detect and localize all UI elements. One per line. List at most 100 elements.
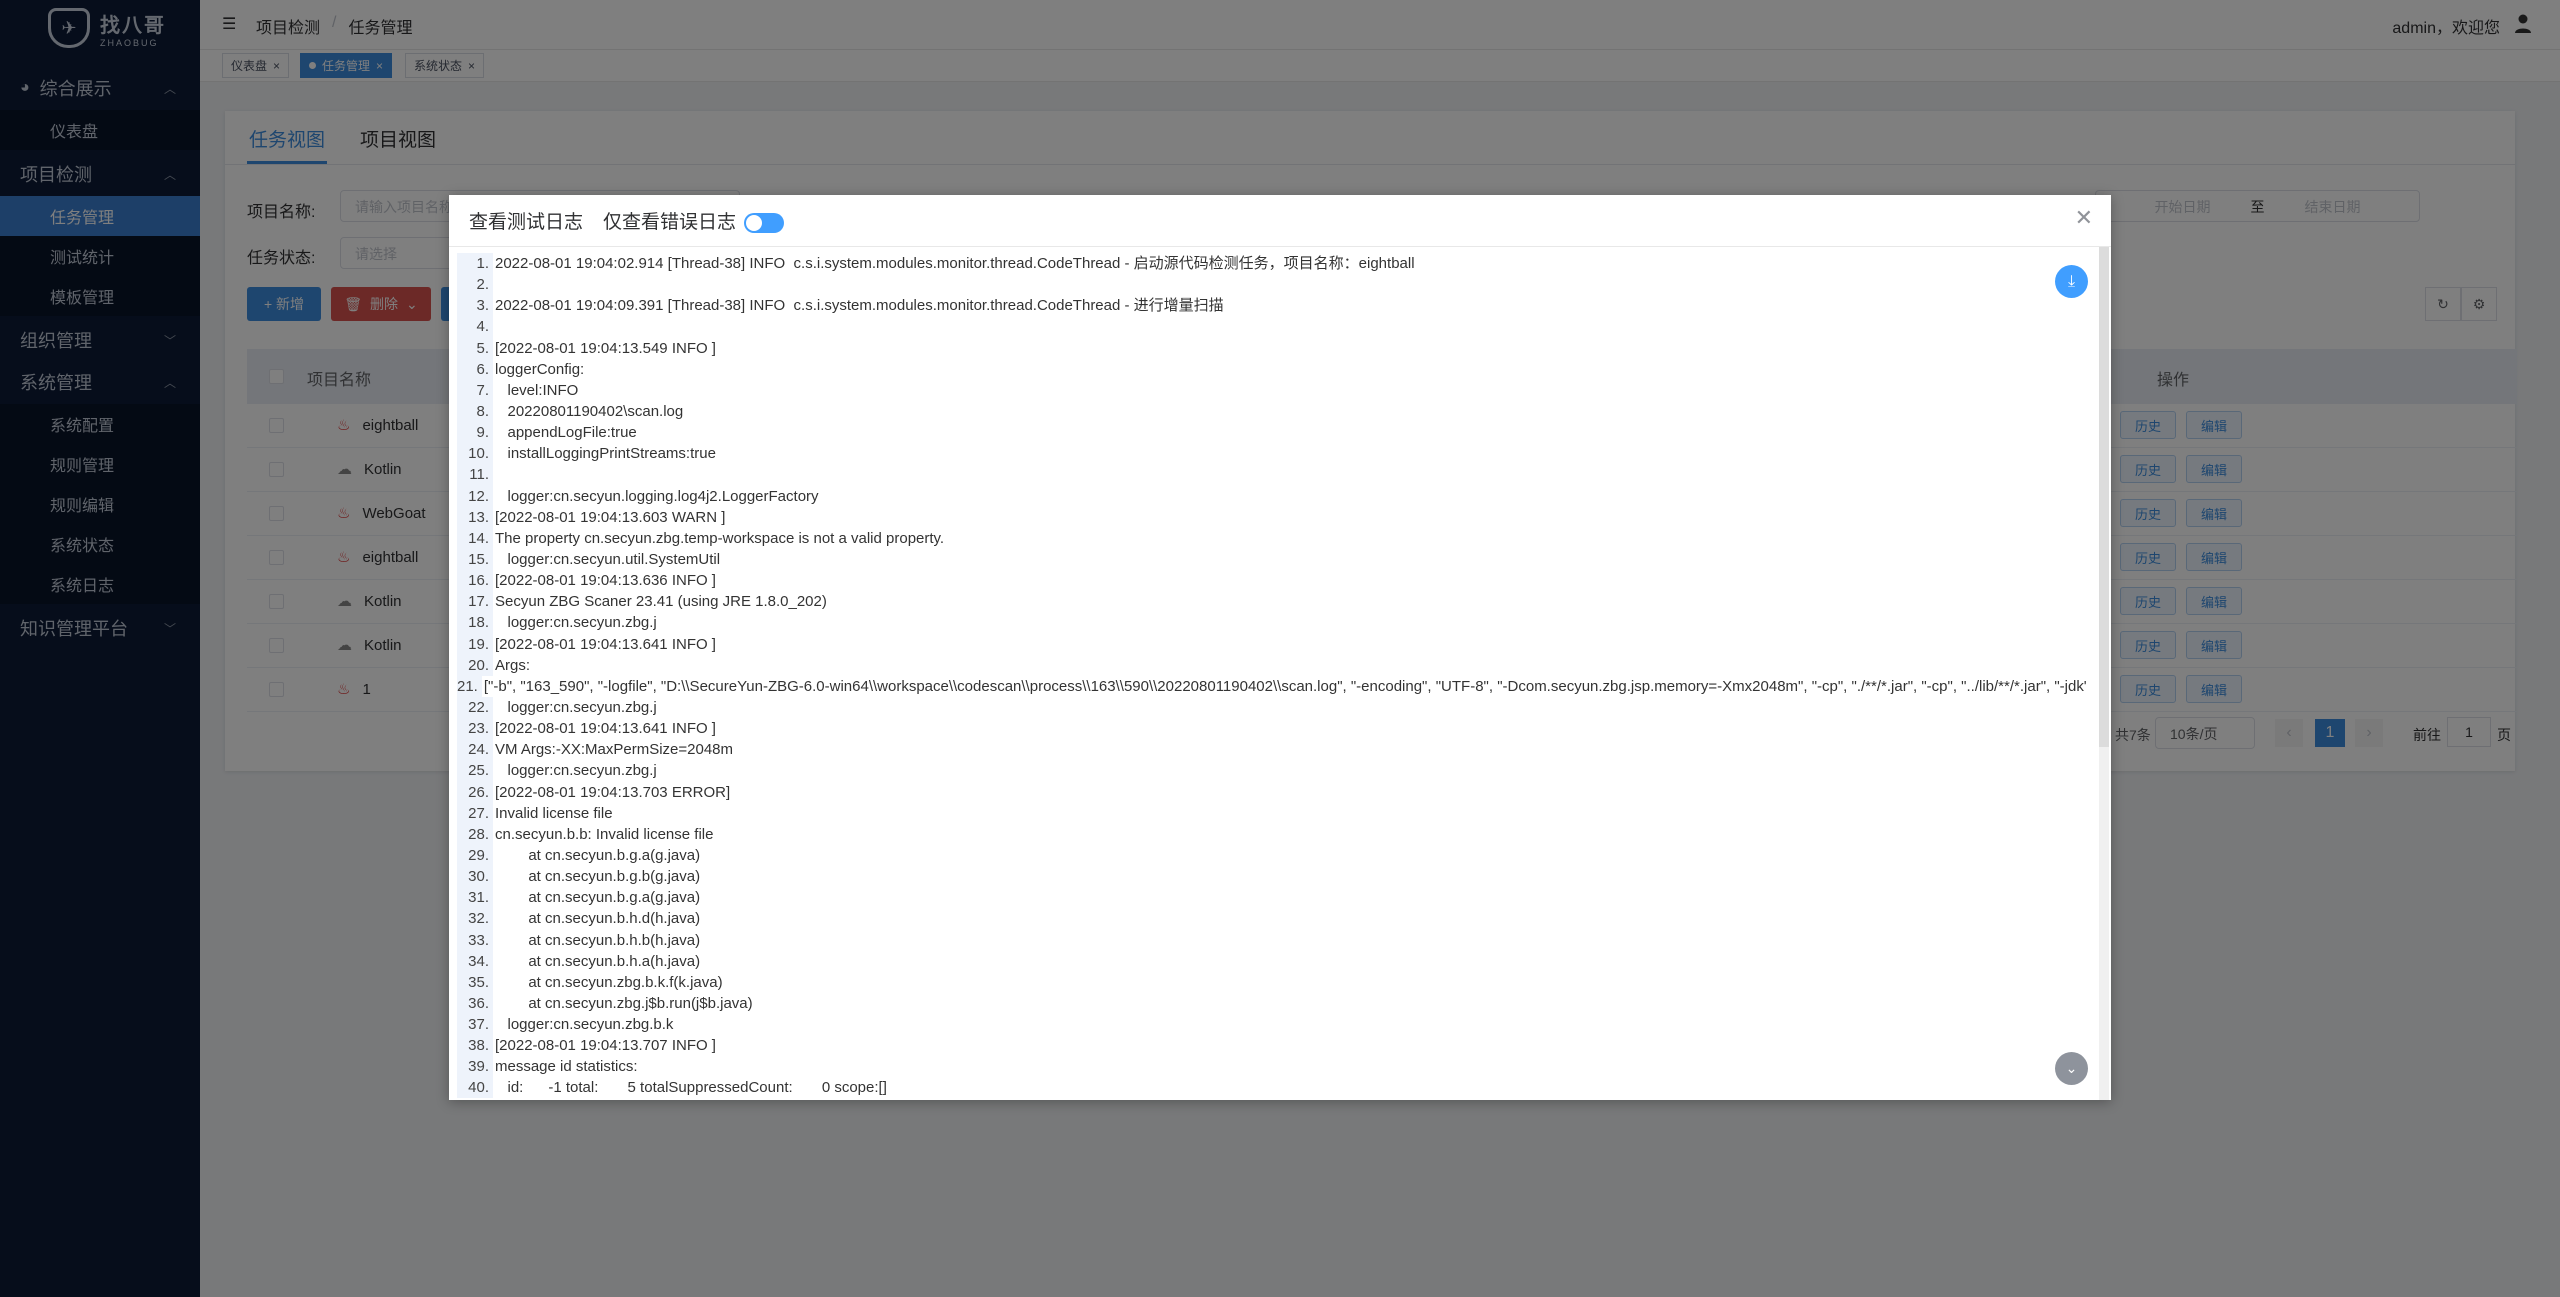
- log-text: loggerConfig:: [495, 360, 585, 378]
- line-number: 23.: [457, 718, 493, 740]
- line-number: 13.: [457, 506, 493, 528]
- line-number: 7.: [457, 379, 493, 401]
- line-number: 11.: [457, 464, 493, 486]
- log-text: Invalid license file: [495, 804, 613, 822]
- log-line: 17. Secyun ZBG Scaner 23.41 (using JRE 1.…: [457, 591, 2087, 613]
- log-text: 20220801190402\scan.log: [495, 402, 684, 420]
- log-line: 28. cn.secyun.b.b: Invalid license file: [457, 823, 2087, 845]
- log-line: 11.: [457, 464, 2087, 486]
- log-text: Args:: [495, 656, 531, 674]
- log-line: 4.: [457, 316, 2087, 338]
- line-number: 27.: [457, 802, 493, 824]
- line-number: 26.: [457, 781, 493, 803]
- log-line: 22. logger:cn.secyun.zbg.j: [457, 696, 2087, 719]
- log-text: logger:cn.secyun.zbg.j: [495, 762, 657, 780]
- log-text: ["-b", "163_590", "-logfile", "D:\\Secur…: [483, 677, 2087, 695]
- line-number: 5.: [457, 337, 493, 359]
- log-text: id: -1 total: 5 totalSuppressedCount: 0 …: [495, 1079, 887, 1097]
- log-line: 8. 20220801190402\scan.log: [457, 400, 2087, 423]
- log-line: 16. [2022-08-01 19:04:13.636 INFO ]: [457, 570, 2087, 592]
- close-icon[interactable]: ✕: [2075, 205, 2093, 231]
- log-line: 23. [2022-08-01 19:04:13.641 INFO ]: [457, 718, 2087, 740]
- line-number: 20.: [457, 654, 493, 676]
- line-number: 10.: [457, 443, 493, 465]
- log-text: 2022-08-01 19:04:02.914 [Thread-38] INFO…: [495, 255, 1415, 272]
- log-text: [2022-08-01 19:04:13.703 ERROR]: [495, 783, 731, 801]
- log-line: 21. ["-b", "163_590", "-logfile", "D:\\Se…: [457, 675, 2087, 697]
- dialog-header: 查看测试日志 仅查看错误日志: [449, 195, 2111, 247]
- log-text: cn.secyun.b.b: Invalid license file: [495, 825, 714, 843]
- error-only-toggle[interactable]: [744, 212, 785, 233]
- log-line: 34. at cn.secyun.b.h.a(h.java): [457, 950, 2087, 972]
- log-text: VM Args:-XX:MaxPermSize=2048m: [495, 741, 734, 759]
- log-text: [2022-08-01 19:04:13.549 INFO ]: [495, 339, 716, 357]
- line-number: 1.: [457, 253, 493, 275]
- log-text: [2022-08-01 19:04:13.641 INFO ]: [495, 720, 716, 738]
- scroll-down-icon[interactable]: ⌄: [2055, 1052, 2088, 1085]
- log-text: appendLogFile:true: [495, 424, 637, 442]
- log-line: 15. logger:cn.secyun.util.SystemUtil: [457, 548, 2087, 571]
- log-text: logger:cn.secyun.logging.log4j2.LoggerFa…: [495, 487, 819, 505]
- line-number: 29.: [457, 844, 493, 867]
- log-text: at cn.secyun.zbg.b.k.f(k.java): [495, 973, 723, 991]
- line-number: 24.: [457, 739, 493, 761]
- dialog-title: 查看测试日志: [469, 212, 584, 233]
- line-number: 39.: [457, 1056, 493, 1078]
- log-text: at cn.secyun.zbg.j$b.run(j$b.java): [495, 994, 753, 1012]
- log-line: 37. logger:cn.secyun.zbg.b.k: [457, 1014, 2087, 1036]
- log-line: 2.: [457, 274, 2087, 296]
- log-text: [2022-08-01 19:04:13.603 WARN ]: [495, 508, 726, 526]
- log-line: 6. loggerConfig:: [457, 358, 2087, 380]
- log-line: 3. 2022-08-01 19:04:09.391 [Thread-38] IN…: [457, 295, 2087, 317]
- line-number: 36.: [457, 992, 493, 1015]
- log-text: at cn.secyun.b.h.b(h.java): [495, 931, 701, 949]
- log-content: 1. 2022-08-01 19:04:02.914 [Thread-38] IN…: [457, 253, 2087, 1098]
- log-line: 29. at cn.secyun.b.g.a(g.java): [457, 844, 2087, 867]
- log-line: 32. at cn.secyun.b.h.d(h.java): [457, 908, 2087, 930]
- line-number: 21.: [457, 675, 482, 697]
- log-dialog: 查看测试日志 仅查看错误日志 ✕ 1. 2022-08-01 19:04:02.9…: [449, 195, 2111, 1100]
- line-number: 17.: [457, 591, 493, 613]
- log-line: 10. installLoggingPrintStreams:true: [457, 443, 2087, 465]
- log-line: 26. [2022-08-01 19:04:13.703 ERROR]: [457, 781, 2087, 803]
- line-number: 33.: [457, 929, 493, 951]
- log-line: 19. [2022-08-01 19:04:13.641 INFO ]: [457, 633, 2087, 655]
- log-line: 12. logger:cn.secyun.logging.log4j2.Logg…: [457, 485, 2087, 507]
- log-text: [2022-08-01 19:04:13.641 INFO ]: [495, 635, 716, 653]
- log-text: logger:cn.secyun.util.SystemUtil: [495, 550, 721, 568]
- log-line: 7. level:INFO: [457, 379, 2087, 401]
- line-number: 32.: [457, 908, 493, 930]
- log-line: 31. at cn.secyun.b.g.a(g.java): [457, 887, 2087, 909]
- log-line: 20. Args:: [457, 654, 2087, 676]
- log-text: logger:cn.secyun.zbg.j: [495, 614, 657, 632]
- scrollbar[interactable]: [2099, 247, 2109, 1100]
- log-text: [2022-08-01 19:04:13.636 INFO ]: [495, 572, 716, 590]
- error-only-label: 仅查看错误日志: [603, 212, 737, 233]
- line-number: 35.: [457, 971, 493, 993]
- download-icon[interactable]: ⤓: [2055, 265, 2088, 298]
- log-line: 5. [2022-08-01 19:04:13.549 INFO ]: [457, 337, 2087, 359]
- line-number: 3.: [457, 295, 493, 317]
- line-number: 9.: [457, 422, 493, 444]
- log-text: at cn.secyun.b.g.a(g.java): [495, 889, 701, 907]
- line-number: 40.: [457, 1077, 493, 1098]
- line-number: 14.: [457, 527, 493, 549]
- log-line: 36. at cn.secyun.zbg.j$b.run(j$b.java): [457, 992, 2087, 1015]
- log-line: 25. logger:cn.secyun.zbg.j: [457, 760, 2087, 782]
- line-number: 4.: [457, 316, 493, 338]
- log-line: 14. The property cn.secyun.zbg.temp-works…: [457, 527, 2087, 549]
- line-number: 2.: [457, 274, 493, 296]
- line-number: 12.: [457, 485, 493, 507]
- line-number: 6.: [457, 358, 493, 380]
- log-line: 9. appendLogFile:true: [457, 422, 2087, 444]
- log-line: 24. VM Args:-XX:MaxPermSize=2048m: [457, 739, 2087, 761]
- log-text: at cn.secyun.b.g.b(g.java): [495, 868, 701, 886]
- log-text: at cn.secyun.b.h.a(h.java): [495, 952, 701, 970]
- log-line: 38. [2022-08-01 19:04:13.707 INFO ]: [457, 1035, 2087, 1057]
- log-text: at cn.secyun.b.h.d(h.java): [495, 910, 701, 928]
- line-number: 30.: [457, 866, 493, 888]
- log-text: level:INFO: [495, 381, 579, 399]
- log-text: at cn.secyun.b.g.a(g.java): [495, 846, 701, 864]
